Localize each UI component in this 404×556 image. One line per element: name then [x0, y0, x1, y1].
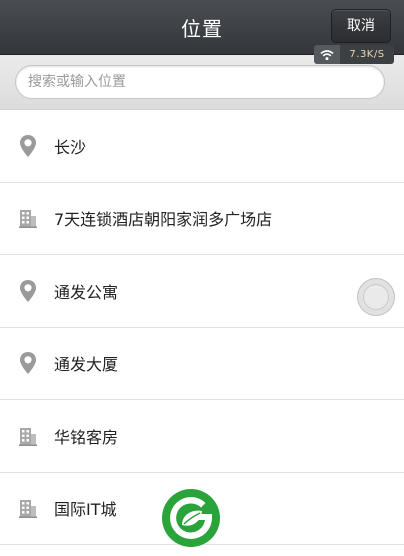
location-name: 通发大厦: [54, 355, 119, 375]
app-logo-icon[interactable]: [160, 487, 222, 549]
building-icon: [16, 423, 40, 449]
location-item[interactable]: 通发公寓: [0, 255, 404, 328]
location-list: 长沙 7天连锁酒店朝阳家润多广场店 通发公寓 通发大厦 华铭客房 国际IT城: [0, 110, 404, 545]
location-name: 国际IT城: [54, 500, 117, 520]
location-item[interactable]: 通发大厦: [0, 327, 404, 400]
network-speed-text: 7.3K/S: [340, 45, 394, 64]
floating-assistive-button[interactable]: [357, 278, 395, 316]
building-icon: [16, 495, 40, 521]
network-speed-indicator: 7.3K/S: [314, 45, 394, 64]
location-item[interactable]: 7天连锁酒店朝阳家润多广场店: [0, 182, 404, 255]
map-pin-icon: [16, 133, 40, 159]
location-name: 通发公寓: [54, 282, 119, 302]
building-icon: [16, 205, 40, 231]
map-pin-icon: [16, 350, 40, 376]
location-name: 华铭客房: [54, 427, 119, 447]
search-input[interactable]: [15, 65, 385, 99]
location-name: 长沙: [54, 137, 87, 157]
location-item[interactable]: 长沙: [0, 110, 404, 183]
location-name: 7天连锁酒店朝阳家润多广场店: [54, 210, 273, 230]
cancel-button[interactable]: 取消: [331, 9, 391, 43]
map-pin-icon: [16, 278, 40, 304]
wifi-icon: [314, 45, 340, 64]
floating-button-inner: [363, 284, 389, 310]
location-item[interactable]: 华铭客房: [0, 400, 404, 473]
